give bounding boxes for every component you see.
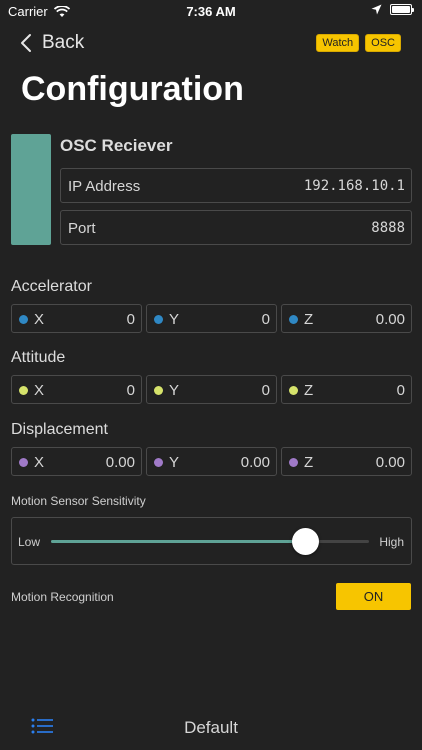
displacement-x-value: 0.00 xyxy=(105,454,135,471)
axis-label: X xyxy=(34,382,45,399)
ip-address-label: IP Address xyxy=(68,178,141,195)
axis-label: Y xyxy=(169,454,180,471)
accelerator-x-value: 0 xyxy=(126,311,135,328)
displacement-label: Displacement xyxy=(11,421,108,438)
displacement-z-value: 0.00 xyxy=(375,454,405,471)
sensitivity-slider[interactable] xyxy=(51,528,369,555)
osc-color-swatch[interactable] xyxy=(11,134,51,245)
displacement-x-cell: X 0.00 xyxy=(11,447,142,476)
slider-fill xyxy=(51,540,306,543)
attitude-dot-icon xyxy=(19,386,28,395)
osc-receiver-panel: OSC Reciever IP Address 192.168.10.1 Por… xyxy=(11,132,412,246)
attitude-row: X 0 Y 0 Z 0 xyxy=(11,375,412,404)
accelerator-dot-icon xyxy=(289,315,298,324)
displacement-dot-icon xyxy=(19,458,28,467)
accelerator-y-cell: Y 0 xyxy=(146,304,277,333)
displacement-dot-icon xyxy=(154,458,163,467)
displacement-dot-icon xyxy=(289,458,298,467)
attitude-label: Attitude xyxy=(11,349,66,366)
axis-label: Z xyxy=(304,311,314,328)
battery-icon xyxy=(390,4,414,15)
displacement-y-cell: Y 0.00 xyxy=(146,447,277,476)
accelerator-x-cell: X 0 xyxy=(11,304,142,333)
attitude-dot-icon xyxy=(154,386,163,395)
attitude-y-cell: Y 0 xyxy=(146,375,277,404)
axis-label: Z xyxy=(304,454,314,471)
accelerator-z-cell: Z 0.00 xyxy=(281,304,412,333)
port-label: Port xyxy=(68,220,96,237)
status-right xyxy=(371,4,414,15)
accelerator-dot-icon xyxy=(154,315,163,324)
axis-label: X xyxy=(34,311,45,328)
attitude-x-cell: X 0 xyxy=(11,375,142,404)
slider-thumb[interactable] xyxy=(292,528,320,555)
osc-badge[interactable]: OSC xyxy=(365,34,401,52)
accelerator-label: Accelerator xyxy=(11,278,92,295)
displacement-z-cell: Z 0.00 xyxy=(281,447,412,476)
attitude-dot-icon xyxy=(289,386,298,395)
ip-address-field[interactable]: IP Address 192.168.10.1 xyxy=(60,168,412,203)
accelerator-y-value: 0 xyxy=(261,311,270,328)
axis-label: Y xyxy=(169,382,180,399)
port-value: 8888 xyxy=(371,220,405,236)
displacement-y-value: 0.00 xyxy=(240,454,270,471)
osc-receiver-title: OSC Reciever xyxy=(60,136,173,155)
back-button[interactable]: Back xyxy=(20,32,84,54)
displacement-row: X 0.00 Y 0.00 Z 0.00 xyxy=(11,447,412,476)
back-label: Back xyxy=(42,32,85,53)
motion-recognition-label: Motion Recognition xyxy=(11,590,114,604)
ip-address-value: 192.168.10.1 xyxy=(303,178,405,194)
axis-label: Y xyxy=(169,311,180,328)
attitude-y-value: 0 xyxy=(261,382,270,399)
location-arrow-icon xyxy=(371,4,382,15)
bottom-toolbar: Default xyxy=(0,700,422,750)
sensitivity-label: Motion Sensor Sensitivity xyxy=(11,494,146,508)
accelerator-row: X 0 Y 0 Z 0.00 xyxy=(11,304,412,333)
mode-badges: Watch OSC xyxy=(316,34,401,52)
slider-low-label: Low xyxy=(18,535,41,549)
accelerator-dot-icon xyxy=(19,315,28,324)
watch-badge[interactable]: Watch xyxy=(316,34,360,52)
default-preset-button[interactable]: Default xyxy=(0,718,422,738)
motion-recognition-toggle[interactable]: ON xyxy=(336,583,411,610)
clock: 7:36 AM xyxy=(186,4,236,19)
axis-label: X xyxy=(34,454,45,471)
chevron-left-icon xyxy=(21,34,31,52)
sensitivity-slider-box: Low High xyxy=(11,517,412,565)
attitude-z-value: 0 xyxy=(396,382,405,399)
navigation-bar: Back Watch OSC xyxy=(0,30,422,58)
page-title: Configuration xyxy=(21,70,244,108)
accelerator-z-value: 0.00 xyxy=(375,311,405,328)
attitude-z-cell: Z 0 xyxy=(281,375,412,404)
slider-high-label: High xyxy=(379,535,404,549)
status-bar: Carrier 7:36 AM xyxy=(0,0,422,22)
axis-label: Z xyxy=(304,382,314,399)
port-field[interactable]: Port 8888 xyxy=(60,210,412,245)
attitude-x-value: 0 xyxy=(126,382,135,399)
